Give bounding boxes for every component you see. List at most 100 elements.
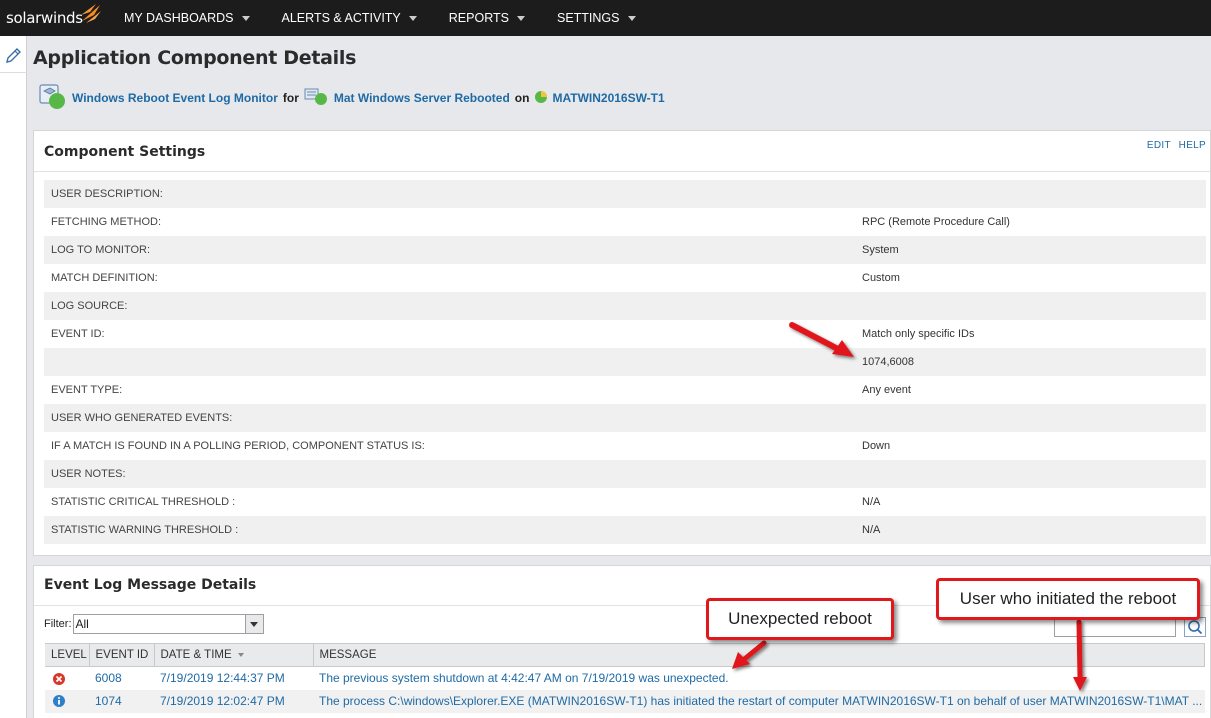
filter-dropdown[interactable]: All: [72, 614, 264, 634]
message-text: The process C:\windows\Explorer.EXE (MAT…: [319, 694, 1203, 708]
event-log-title: Event Log Message Details: [44, 577, 257, 593]
nav-label: SETTINGS: [556, 11, 620, 25]
error-icon: [53, 672, 65, 685]
search-button[interactable]: [1184, 617, 1206, 637]
settings-row: STATISTIC WARNING THRESHOLD : N/A: [44, 516, 1206, 544]
setting-value: Any event: [854, 376, 1206, 404]
message-cell[interactable]: The previous system shutdown at 4:42:47 …: [313, 666, 1205, 690]
logo-burst-icon: [81, 4, 101, 23]
table-header-row: LEVEL EVENT ID DATE & TIME MESSAGE: [45, 643, 1205, 667]
chevron-down-icon[interactable]: [244, 615, 263, 633]
for-word: for: [282, 91, 299, 105]
setting-value: [854, 180, 1206, 208]
left-gutter: [0, 36, 27, 718]
gutter-divider: [0, 72, 27, 73]
setting-value: [854, 460, 1206, 488]
nav-reports[interactable]: REPORTS: [433, 0, 541, 36]
datetime-cell[interactable]: 7/19/2019 12:44:37 PM: [154, 666, 313, 690]
solarwinds-logo[interactable]: solarwinds: [0, 0, 106, 36]
nav-my-dashboards[interactable]: MY DASHBOARDS: [108, 0, 266, 36]
settings-row: FETCHING METHOD: RPC (Remote Procedure Ca…: [44, 208, 1206, 236]
page-title: Application Component Details: [33, 47, 357, 69]
col-date-time-label: DATE & TIME: [160, 649, 232, 661]
settings-row: IF A MATCH IS FOUND IN A POLLING PERIOD,…: [44, 432, 1206, 460]
application-icon: [304, 88, 330, 109]
setting-label: MATCH DEFINITION:: [44, 264, 854, 292]
search-icon: [1188, 620, 1203, 635]
setting-value: [854, 404, 1206, 432]
event-id-cell[interactable]: 6008: [89, 666, 154, 690]
filter-label: Filter:: [44, 618, 72, 630]
setting-label: STATISTIC WARNING THRESHOLD :: [44, 516, 854, 544]
application-link[interactable]: Mat Windows Server Rebooted: [334, 91, 510, 105]
setting-label: USER WHO GENERATED EVENTS:: [44, 404, 854, 432]
col-level[interactable]: LEVEL: [45, 643, 90, 667]
breadcrumb: Windows Reboot Event Log Monitor for Mat…: [38, 83, 665, 113]
filter-row: Filter: All: [44, 614, 264, 634]
setting-value: Custom: [854, 264, 1206, 292]
setting-label: LOG TO MONITOR:: [44, 236, 854, 264]
callout-text: User who initiated the reboot: [959, 589, 1177, 608]
setting-value: [854, 292, 1206, 320]
nav-settings[interactable]: SETTINGS: [541, 0, 652, 36]
settings-row: USER DESCRIPTION:: [44, 180, 1206, 208]
settings-row: LOG TO MONITOR: System: [44, 236, 1206, 264]
caret-down-icon: [516, 15, 525, 21]
caret-down-icon: [627, 15, 636, 21]
level-cell: [45, 666, 89, 690]
setting-label: [44, 348, 854, 376]
logo-text: solarwinds: [6, 9, 83, 27]
col-message[interactable]: MESSAGE: [313, 643, 1205, 667]
nav-label: ALERTS & ACTIVITY: [281, 11, 401, 25]
nav-label: MY DASHBOARDS: [124, 11, 234, 25]
search-input[interactable]: [1054, 617, 1176, 637]
callout-unexpected-reboot: Unexpected reboot: [706, 598, 894, 640]
col-date-time[interactable]: DATE & TIME: [154, 643, 314, 667]
setting-value: N/A: [854, 516, 1206, 544]
setting-value: System: [854, 236, 1206, 264]
nav-label: REPORTS: [448, 11, 509, 25]
top-nav: solarwinds MY DASHBOARDS ALERTS & ACTIVI…: [0, 0, 1211, 36]
settings-table: USER DESCRIPTION: FETCHING METHOD: RPC (R…: [44, 180, 1206, 544]
settings-row: STATISTIC CRITICAL THRESHOLD : N/A: [44, 488, 1206, 516]
nav-alerts-activity[interactable]: ALERTS & ACTIVITY: [266, 0, 433, 36]
settings-row: 1074,6008: [44, 348, 1206, 376]
settings-row: USER NOTES:: [44, 460, 1206, 488]
setting-label: FETCHING METHOD:: [44, 208, 854, 236]
event-log-table: LEVEL EVENT ID DATE & TIME MESSAGE 6008 …: [45, 643, 1205, 713]
level-cell: [45, 689, 89, 713]
component-settings-title: Component Settings: [44, 144, 206, 160]
panel-links: EDIT HELP: [1142, 140, 1206, 151]
component-link[interactable]: Windows Reboot Event Log Monitor: [72, 91, 278, 105]
pencil-icon[interactable]: [3, 46, 23, 66]
node-link[interactable]: MATWIN2016SW-T1: [552, 91, 664, 105]
settings-row: EVENT TYPE: Any event: [44, 376, 1206, 404]
node-status-icon: [534, 90, 548, 107]
setting-value: Match only specific IDs: [854, 320, 1206, 348]
setting-label: EVENT ID:: [44, 320, 854, 348]
caret-down-icon: [408, 15, 417, 21]
settings-row: USER WHO GENERATED EVENTS:: [44, 404, 1206, 432]
sort-desc-icon: [237, 652, 244, 657]
message-cell[interactable]: The process C:\windows\Explorer.EXE (MAT…: [313, 689, 1205, 713]
setting-value: Down: [854, 432, 1206, 460]
settings-row: EVENT ID: Match only specific IDs: [44, 320, 1206, 348]
datetime-cell[interactable]: 7/19/2019 12:02:47 PM: [154, 689, 313, 713]
setting-label: LOG SOURCE:: [44, 292, 854, 320]
col-event-id[interactable]: EVENT ID: [89, 643, 155, 667]
setting-label: USER NOTES:: [44, 460, 854, 488]
setting-value: 1074,6008: [854, 348, 1206, 376]
setting-value: RPC (Remote Procedure Call): [854, 208, 1206, 236]
event-id-cell[interactable]: 1074: [89, 689, 154, 713]
callout-text: Unexpected reboot: [728, 609, 872, 628]
help-link[interactable]: HELP: [1179, 140, 1206, 151]
filter-selected-value: All: [75, 617, 89, 631]
setting-label: IF A MATCH IS FOUND IN A POLLING PERIOD,…: [44, 432, 854, 460]
setting-value: N/A: [854, 488, 1206, 516]
callout-user-initiated: User who initiated the reboot: [936, 578, 1200, 620]
setting-label: STATISTIC CRITICAL THRESHOLD :: [44, 488, 854, 516]
setting-label: EVENT TYPE:: [44, 376, 854, 404]
info-icon: [53, 695, 65, 708]
edit-link[interactable]: EDIT: [1147, 140, 1171, 151]
component-monitor-icon: [38, 83, 68, 114]
